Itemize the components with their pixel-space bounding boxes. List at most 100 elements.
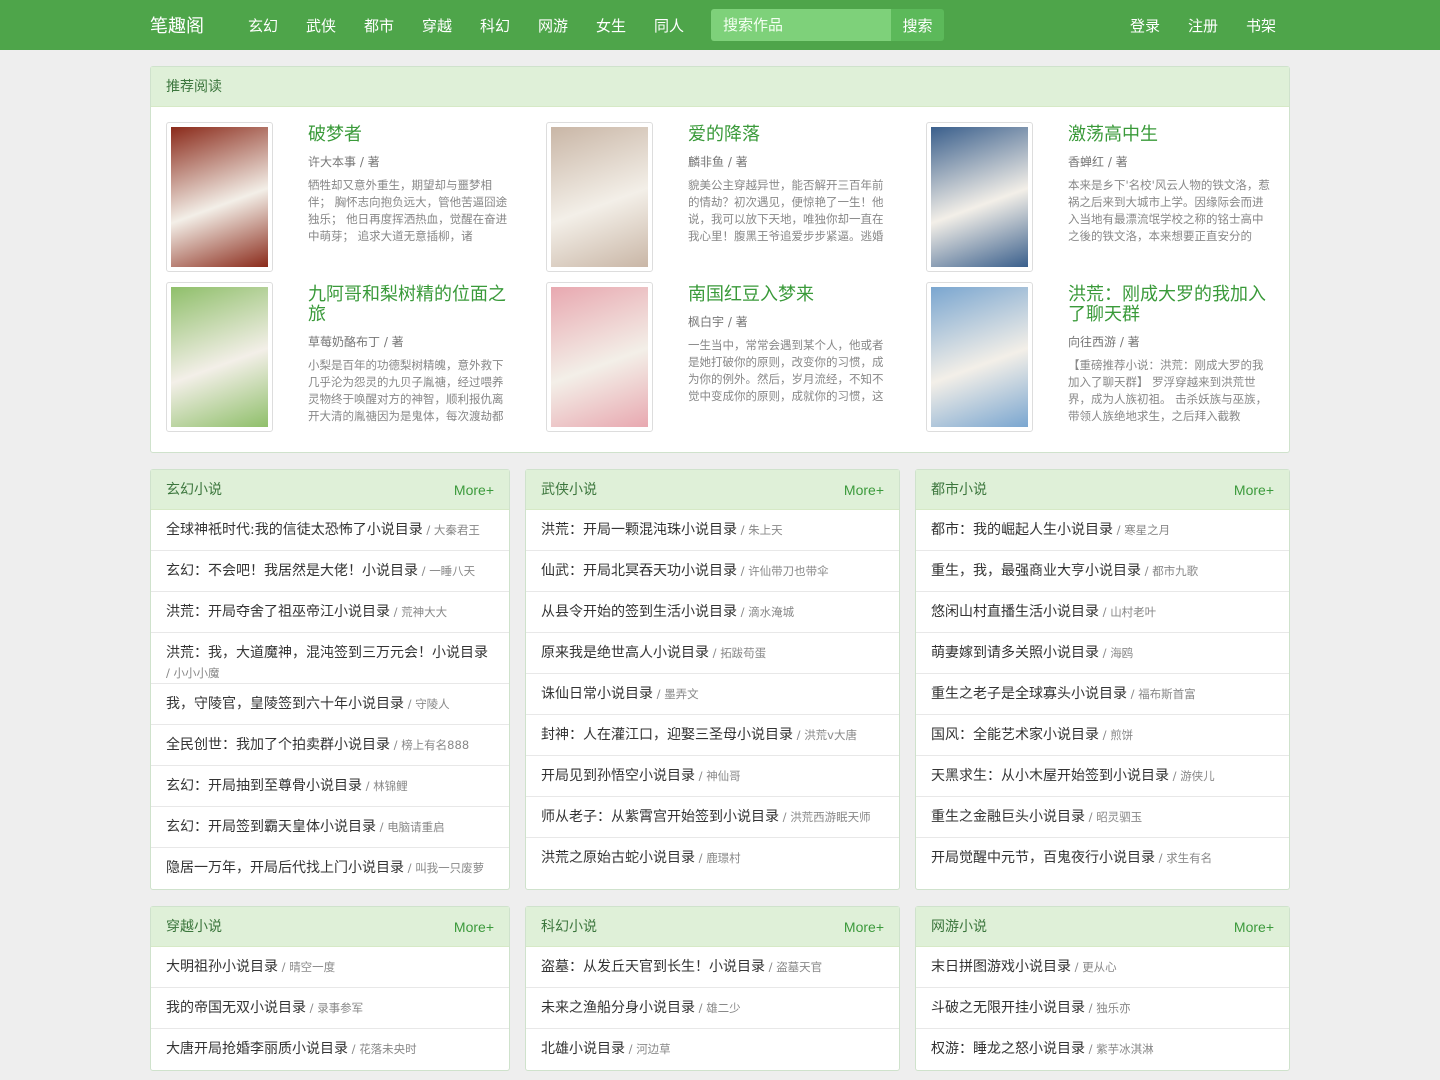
novel-author: 山村老叶 <box>1099 605 1156 619</box>
recommended-book: 破梦者 许大本事 / 著牺牲却又意外重生，期望却与噩梦相伴； 胸怀志向抱负远大，管… <box>166 122 546 282</box>
novel-title-link[interactable]: 重生之金融巨头小说目录 <box>931 809 1085 825</box>
novel-title-link[interactable]: 玄幻：开局签到霸天皇体小说目录 <box>166 819 376 835</box>
novel-title-link[interactable]: 北雄小说目录 <box>541 1041 625 1057</box>
novel-title-link[interactable]: 仙武：开局北冥吞天功小说目录 <box>541 563 737 579</box>
nav-link-wangyou[interactable]: 网游 <box>524 15 582 36</box>
nav-link-chuanyue[interactable]: 穿越 <box>408 15 466 36</box>
novel-title-link[interactable]: 洪荒之原始古蛇小说目录 <box>541 850 695 866</box>
category-title[interactable]: 穿越小说 <box>166 907 222 946</box>
nav-link-dushi[interactable]: 都市 <box>350 15 408 36</box>
nav-link-kehuan[interactable]: 科幻 <box>466 15 524 36</box>
novel-author: 滴水淹城 <box>737 605 794 619</box>
novel-title-link[interactable]: 国风：全能艺术家小说目录 <box>931 727 1099 743</box>
login-link[interactable]: 登录 <box>1116 15 1174 36</box>
book-author: 许大本事 / 著 <box>308 155 380 169</box>
book-cover[interactable] <box>926 282 1033 432</box>
novel-title-link[interactable]: 封神：人在灌江口，迎娶三圣母小说目录 <box>541 727 793 743</box>
novel-title-link[interactable]: 玄幻：开局抽到至尊骨小说目录 <box>166 778 362 794</box>
nav-link-wuxia[interactable]: 武侠 <box>292 15 350 36</box>
novel-title-link[interactable]: 玄幻：不会吧！我居然是大佬！小说目录 <box>166 563 418 579</box>
more-link[interactable]: More+ <box>1234 470 1274 509</box>
list-item: 玄幻：不会吧！我居然是大佬！小说目录一睡八天 <box>151 551 509 592</box>
novel-title-link[interactable]: 开局见到孙悟空小说目录 <box>541 768 695 784</box>
list-item: 斗破之无限开挂小说目录独乐亦 <box>916 988 1289 1029</box>
novel-title-link[interactable]: 原来我是绝世高人小说目录 <box>541 645 709 661</box>
novel-title-link[interactable]: 洪荒：我，大道魔神，混沌签到三万元会！小说目录 <box>166 645 488 661</box>
novel-author: 昭灵驷玉 <box>1085 810 1142 824</box>
novel-title-link[interactable]: 悠闲山村直播生活小说目录 <box>931 604 1099 620</box>
novel-title-link[interactable]: 都市：我的崛起人生小说目录 <box>931 522 1113 538</box>
category-title[interactable]: 玄幻小说 <box>166 470 222 509</box>
book-title[interactable]: 爱的降落 <box>688 125 893 145</box>
novel-title-link[interactable]: 洪荒：开局夺舍了祖巫帝江小说目录 <box>166 604 390 620</box>
book-description: 【重磅推荐小说：洪荒：刚成大罗的我加入了聊天群】 罗浮穿越来到洪荒世界，成为人族… <box>1068 358 1268 423</box>
book-title[interactable]: 南国红豆入梦来 <box>688 285 893 305</box>
list-item: 大明祖孙小说目录晴空一度 <box>151 947 509 988</box>
bookshelf-link[interactable]: 书架 <box>1232 15 1290 36</box>
novel-author: 墨弄文 <box>653 687 699 701</box>
book-cover[interactable] <box>926 122 1033 272</box>
novel-author: 林锦鲤 <box>362 779 408 793</box>
novel-title-link[interactable]: 重生之老子是全球寡头小说目录 <box>931 686 1127 702</box>
novel-title-link[interactable]: 师从老子：从紫霄宫开始签到小说目录 <box>541 809 779 825</box>
category-title[interactable]: 科幻小说 <box>541 907 597 946</box>
novel-title-link[interactable]: 大唐开局抢婚李丽质小说目录 <box>166 1041 348 1057</box>
novel-title-link[interactable]: 萌妻嫁到请多关照小说目录 <box>931 645 1099 661</box>
nav-link-nvsheng[interactable]: 女生 <box>582 15 640 36</box>
search-button[interactable]: 搜索 <box>891 9 944 41</box>
novel-title-link[interactable]: 权游：睡龙之怒小说目录 <box>931 1041 1085 1057</box>
novel-title-link[interactable]: 天黑求生：从小木屋开始签到小说目录 <box>931 768 1169 784</box>
novel-title-link[interactable]: 我，守陵官，皇陵签到六十年小说目录 <box>166 696 404 712</box>
list-item: 全球神祇时代:我的信徒太恐怖了小说目录大秦君王 <box>151 510 509 551</box>
list-item: 洪荒之原始古蛇小说目录鹿璟村 <box>526 838 899 879</box>
novel-title-link[interactable]: 全民创世：我加了个拍卖群小说目录 <box>166 737 390 753</box>
book-cover[interactable] <box>546 282 653 432</box>
novel-title-link[interactable]: 我的帝国无双小说目录 <box>166 1000 306 1016</box>
category-title[interactable]: 都市小说 <box>931 470 987 509</box>
novel-title-link[interactable]: 从县令开始的签到生活小说目录 <box>541 604 737 620</box>
site-logo[interactable]: 笔趣阁 <box>150 12 234 38</box>
book-title[interactable]: 九阿哥和梨树精的位面之旅 <box>308 285 513 325</box>
novel-title-link[interactable]: 诛仙日常小说目录 <box>541 686 653 702</box>
category-title[interactable]: 网游小说 <box>931 907 987 946</box>
book-cover[interactable] <box>166 282 273 432</box>
more-link[interactable]: More+ <box>454 907 494 946</box>
novel-author: 守陵人 <box>404 697 450 711</box>
list-item: 国风：全能艺术家小说目录煎饼 <box>916 715 1289 756</box>
novel-title-link[interactable]: 重生，我，最强商业大亨小说目录 <box>931 563 1141 579</box>
novel-title-link[interactable]: 全球神祇时代:我的信徒太恐怖了小说目录 <box>166 522 423 538</box>
novel-title-link[interactable]: 斗破之无限开挂小说目录 <box>931 1000 1085 1016</box>
list-item: 重生之金融巨头小说目录昭灵驷玉 <box>916 797 1289 838</box>
novel-author: 盗墓天官 <box>765 960 822 974</box>
book-description: 一生当中，常常会遇到某个人，他或者是她打破你的原则，改变你的习惯，成为你的例外。… <box>688 338 884 403</box>
novel-title-link[interactable]: 盗墓：从发丘天官到长生！小说目录 <box>541 959 765 975</box>
book-title[interactable]: 激荡高中生 <box>1068 125 1273 145</box>
list-item: 我，守陵官，皇陵签到六十年小说目录守陵人 <box>151 684 509 725</box>
more-link[interactable]: More+ <box>454 470 494 509</box>
novel-author: 海鸥 <box>1099 646 1133 660</box>
more-link[interactable]: More+ <box>844 470 884 509</box>
novel-author: 电脑请重启 <box>376 820 445 834</box>
register-link[interactable]: 注册 <box>1174 15 1232 36</box>
novel-author: 洪荒西游眠天师 <box>779 810 871 824</box>
more-link[interactable]: More+ <box>1234 907 1274 946</box>
book-title[interactable]: 洪荒：刚成大罗的我加入了聊天群 <box>1068 285 1273 325</box>
book-cover[interactable] <box>166 122 273 272</box>
nav-link-xuanhuan[interactable]: 玄幻 <box>234 15 292 36</box>
novel-title-link[interactable]: 未来之渔船分身小说目录 <box>541 1000 695 1016</box>
novel-title-link[interactable]: 大明祖孙小说目录 <box>166 959 278 975</box>
list-item: 玄幻：开局签到霸天皇体小说目录电脑请重启 <box>151 807 509 848</box>
search-input[interactable] <box>711 9 891 41</box>
book-cover[interactable] <box>546 122 653 272</box>
novel-author: 福布斯首富 <box>1127 687 1196 701</box>
novel-title-link[interactable]: 洪荒：开局一颗混沌珠小说目录 <box>541 522 737 538</box>
top-navbar: 笔趣阁 玄幻 武侠 都市 穿越 科幻 网游 女生 同人 搜索 登录 注册 书架 <box>0 0 1440 50</box>
list-item: 师从老子：从紫霄宫开始签到小说目录洪荒西游眠天师 <box>526 797 899 838</box>
novel-title-link[interactable]: 开局觉醒中元节，百鬼夜行小说目录 <box>931 850 1155 866</box>
book-title[interactable]: 破梦者 <box>308 125 513 145</box>
more-link[interactable]: More+ <box>844 907 884 946</box>
novel-title-link[interactable]: 末日拼图游戏小说目录 <box>931 959 1071 975</box>
category-title[interactable]: 武侠小说 <box>541 470 597 509</box>
novel-title-link[interactable]: 隐居一万年，开局后代找上门小说目录 <box>166 860 404 876</box>
nav-link-tongren[interactable]: 同人 <box>640 15 698 36</box>
